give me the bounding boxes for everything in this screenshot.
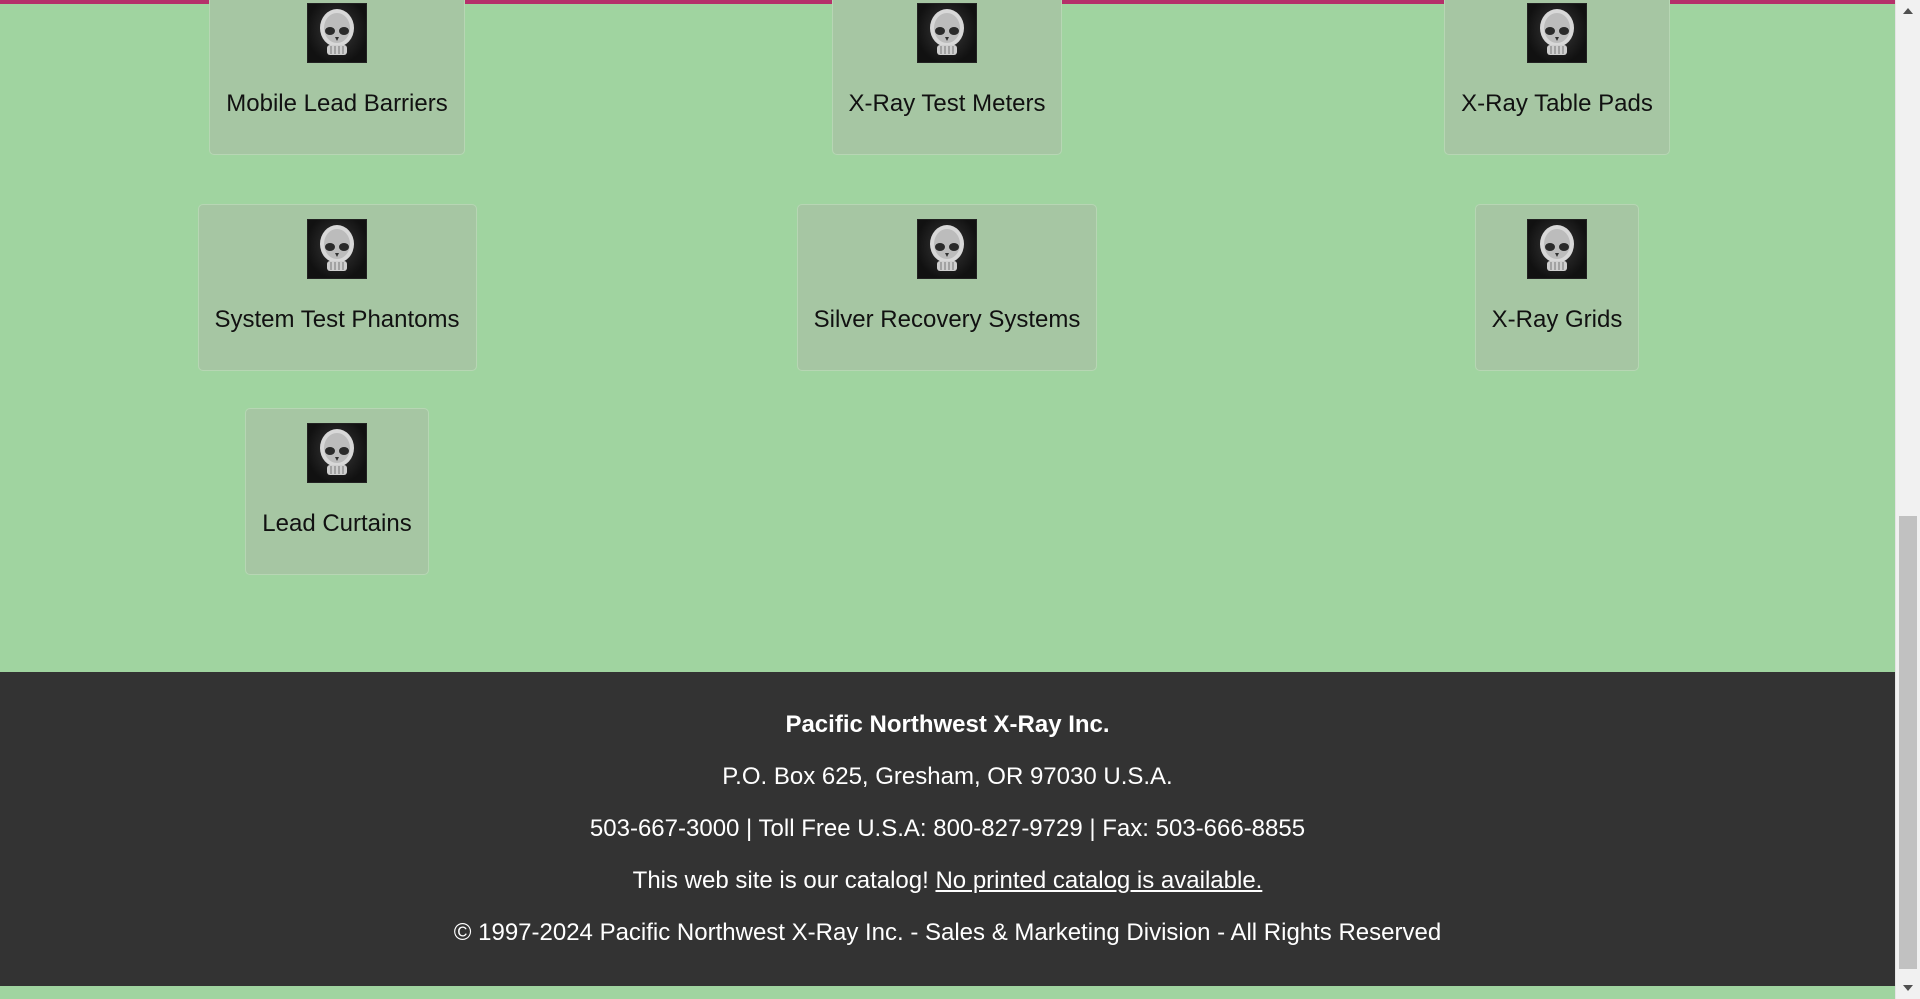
category-row: Lead Curtains bbox=[0, 408, 1895, 581]
skull-xray-icon bbox=[1526, 3, 1587, 63]
category-tile-mobile-lead-barriers[interactable]: Mobile Lead Barriers bbox=[209, 0, 465, 155]
category-label: X-Ray Test Meters bbox=[848, 90, 1046, 117]
category-label: Silver Recovery Systems bbox=[813, 306, 1081, 333]
skull-xray-icon bbox=[1527, 219, 1587, 279]
page-bottom-strip bbox=[0, 986, 1895, 999]
category-label: X-Ray Table Pads bbox=[1461, 90, 1653, 117]
footer-phone-numbers: 503-667-3000 | Toll Free U.S.A: 800-827-… bbox=[589, 815, 1306, 842]
category-tile-system-test-phantoms[interactable]: System Test Phantoms bbox=[197, 204, 477, 371]
category-row: System Test Phantoms Silver Recovery Sys… bbox=[0, 204, 1895, 377]
skull-xray-icon bbox=[916, 3, 977, 63]
category-tile-lead-curtains[interactable]: Lead Curtains bbox=[245, 408, 429, 575]
skull-xray-icon bbox=[916, 219, 977, 279]
footer-catalog-note: This web site is our catalog! No printed… bbox=[0, 867, 1895, 895]
category-tile-silver-recovery-systems[interactable]: Silver Recovery Systems bbox=[796, 204, 1098, 371]
footer-address: P.O. Box 625, Gresham, OR 97030 U.S.A. bbox=[722, 763, 1173, 790]
category-label: Lead Curtains bbox=[262, 510, 412, 537]
category-label: Mobile Lead Barriers bbox=[226, 90, 448, 117]
arrow-up-icon[interactable] bbox=[1896, 0, 1920, 22]
skull-xray-icon bbox=[307, 3, 367, 63]
site-footer: Pacific Northwest X-Ray Inc. P.O. Box 62… bbox=[0, 672, 1895, 986]
no-printed-catalog-link[interactable]: No printed catalog is available. bbox=[935, 867, 1262, 894]
category-label: X-Ray Grids bbox=[1491, 306, 1623, 333]
category-label: System Test Phantoms bbox=[214, 306, 460, 333]
scrollbar-thumb[interactable] bbox=[1899, 516, 1917, 969]
arrow-down-icon[interactable] bbox=[1896, 977, 1920, 999]
footer-company-name: Pacific Northwest X-Ray Inc. bbox=[785, 711, 1110, 738]
category-tile-x-ray-table-pads[interactable]: X-Ray Table Pads bbox=[1444, 0, 1670, 155]
page-content: Mobile Lead Barriers X-Ray Test Meters X… bbox=[0, 0, 1895, 999]
category-tile-x-ray-grids[interactable]: X-Ray Grids bbox=[1474, 204, 1640, 371]
skull-xray-icon bbox=[307, 423, 367, 483]
footer-copyright: © 1997-2024 Pacific Northwest X-Ray Inc.… bbox=[453, 919, 1442, 946]
vertical-scrollbar[interactable] bbox=[1895, 0, 1920, 999]
category-row: Mobile Lead Barriers X-Ray Test Meters X… bbox=[0, 0, 1895, 159]
footer-catalog-text: This web site is our catalog! bbox=[632, 867, 936, 894]
skull-xray-icon bbox=[307, 219, 367, 279]
category-tile-x-ray-test-meters[interactable]: X-Ray Test Meters bbox=[831, 0, 1063, 155]
